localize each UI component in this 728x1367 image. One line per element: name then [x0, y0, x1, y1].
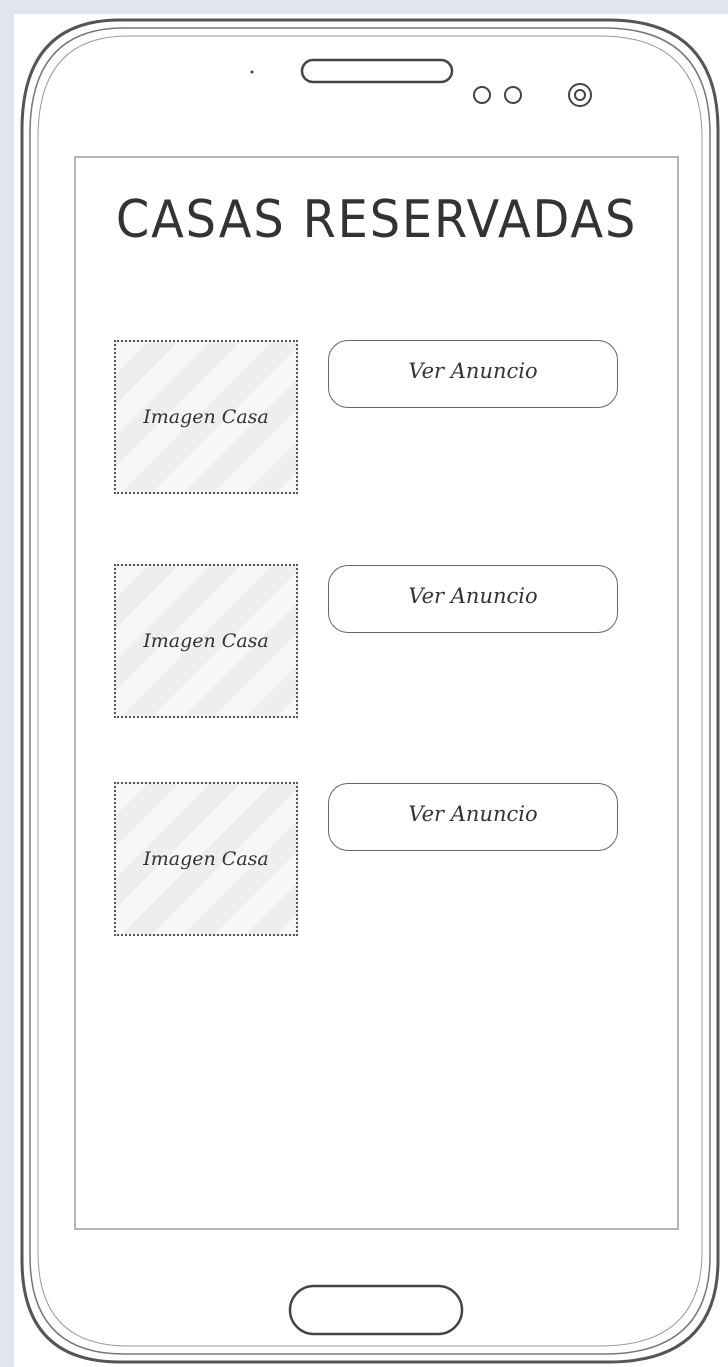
sensor-right-icon [504, 86, 522, 104]
sensor-dot [250, 70, 254, 74]
page-title: CASAS RESERVADAS [115, 190, 638, 250]
sensor-left-icon [473, 86, 491, 104]
house-image-label: Imagen Casa [143, 406, 269, 428]
view-ad-button[interactable]: Ver Anuncio [328, 340, 618, 408]
view-ad-button-label: Ver Anuncio [408, 802, 538, 826]
house-image-placeholder: Imagen Casa [114, 782, 298, 936]
speaker-grille [300, 58, 454, 84]
house-image-placeholder: Imagen Casa [114, 564, 298, 718]
house-image-label: Imagen Casa [143, 630, 269, 652]
view-ad-button[interactable]: Ver Anuncio [328, 783, 618, 851]
view-ad-button-label: Ver Anuncio [408, 359, 538, 383]
camera-icon [568, 83, 592, 107]
view-ad-button[interactable]: Ver Anuncio [328, 565, 618, 633]
house-image-label: Imagen Casa [143, 848, 269, 870]
view-ad-button-label: Ver Anuncio [408, 584, 538, 608]
home-button [288, 1284, 464, 1336]
house-image-placeholder: Imagen Casa [114, 340, 298, 494]
